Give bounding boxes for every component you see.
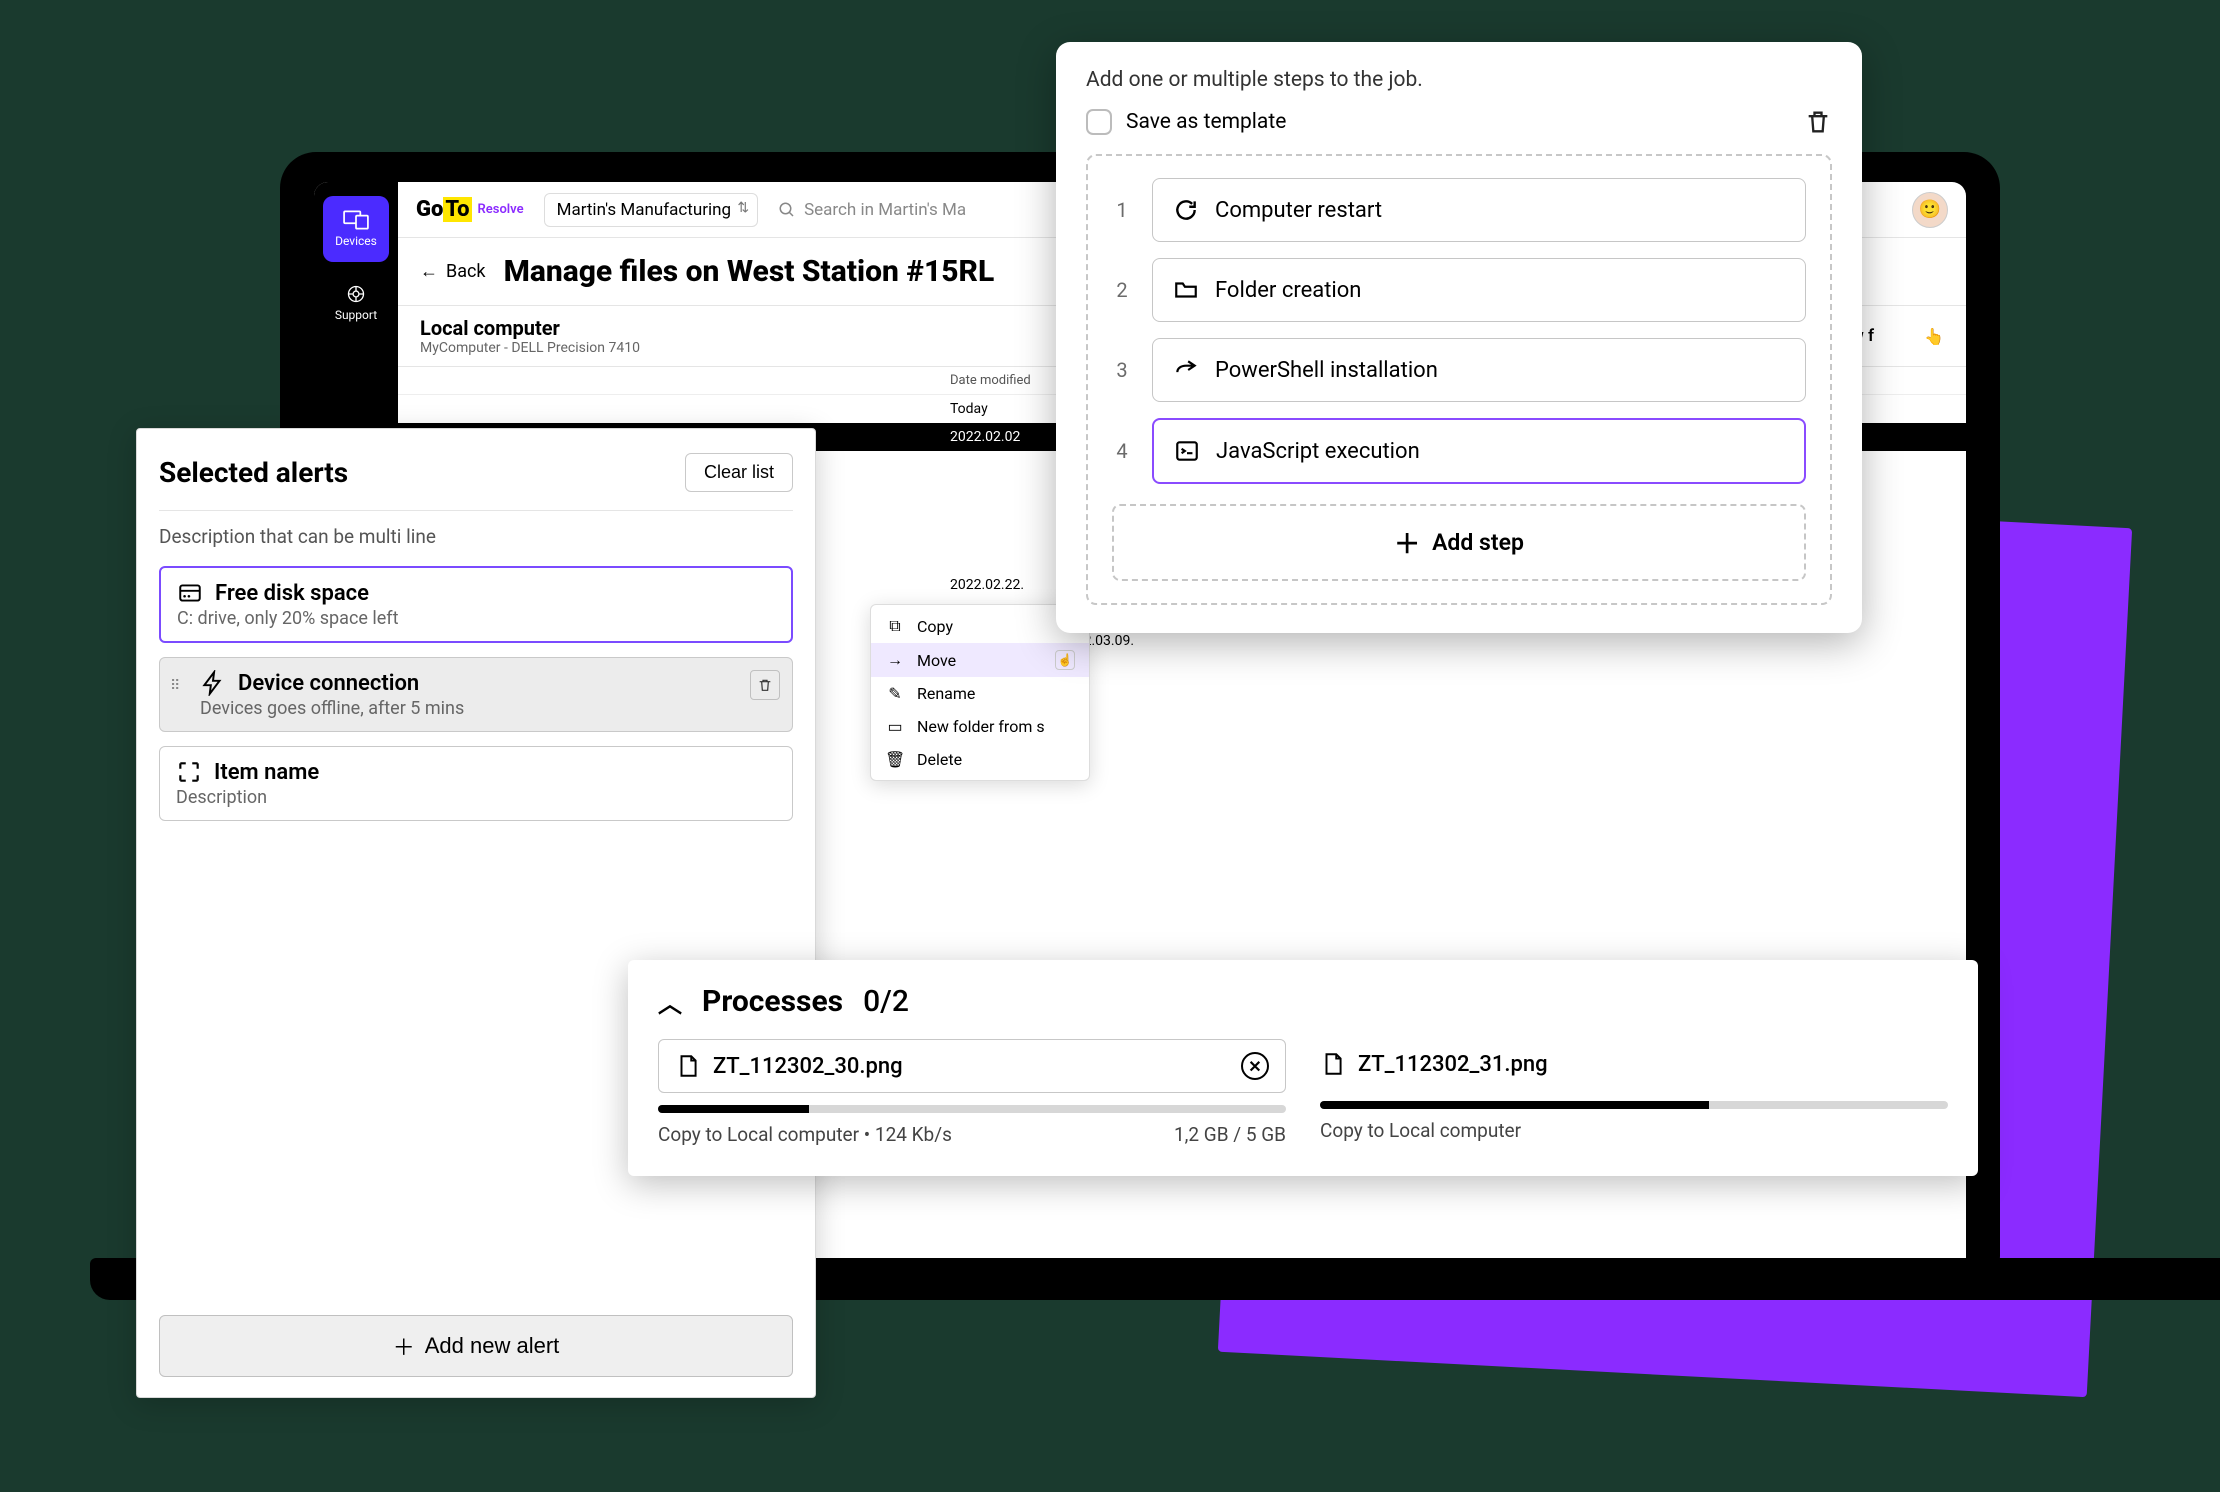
processes-title: Processes <box>702 984 843 1019</box>
terminal-icon <box>1174 438 1200 464</box>
cancel-process-button[interactable]: ✕ <box>1241 1052 1269 1080</box>
alerts-desc: Description that can be multi line <box>159 525 793 548</box>
add-step-button[interactable]: ＋ Add step <box>1112 504 1806 581</box>
ctx-newfolder[interactable]: ▭New folder from s <box>871 710 1089 743</box>
pencil-icon: ✎ <box>885 684 905 703</box>
placeholder-icon <box>176 759 202 785</box>
copy-icon: ⧉ <box>885 616 905 636</box>
process-file: ZT_112302_30.png <box>713 1054 903 1079</box>
logo: GoTo Resolve <box>416 197 524 222</box>
context-menu: ⧉Copy →Move☝ ✎Rename ▭New folder from s … <box>870 604 1090 781</box>
ctx-rename[interactable]: ✎Rename <box>871 677 1089 710</box>
alerts-title: Selected alerts <box>159 456 348 489</box>
back-arrow-icon: ← <box>420 261 438 282</box>
local-computer-sub: MyComputer - DELL Precision 7410 <box>420 340 640 356</box>
process-meta-left: Copy to Local computer <box>1320 1119 1521 1142</box>
devices-icon <box>343 210 369 230</box>
step-number: 2 <box>1112 278 1132 302</box>
trash-icon <box>1804 108 1832 136</box>
local-computer-title: Local computer <box>420 316 640 340</box>
alert-title: Item name <box>214 760 319 785</box>
file-icon <box>675 1053 701 1079</box>
cursor-badge-icon: ☝ <box>1055 650 1075 670</box>
clear-list-button[interactable]: Clear list <box>685 453 793 492</box>
step-label: PowerShell installation <box>1215 358 1438 383</box>
nav-devices-label: Devices <box>335 234 377 248</box>
search-icon <box>778 201 796 219</box>
alert-sub: Description <box>176 787 776 808</box>
alert-card-device[interactable]: ⠿ Device connection Devices goes offline… <box>159 657 793 732</box>
restart-icon <box>1173 197 1199 223</box>
bolt-icon <box>200 670 226 696</box>
tenant-selector[interactable]: Martin's Manufacturing <box>544 193 758 227</box>
process-card: ZT_112302_31.png Copy to Local computer <box>1320 1039 1948 1146</box>
progress-bar <box>658 1105 1286 1113</box>
process-card: ZT_112302_30.png ✕ Copy to Local compute… <box>658 1039 1286 1146</box>
step-number: 1 <box>1112 198 1132 222</box>
back-label: Back <box>446 261 486 282</box>
step-number: 3 <box>1112 358 1132 382</box>
folder-icon: ▭ <box>885 717 905 736</box>
ctx-delete[interactable]: 🗑Delete <box>871 743 1089 776</box>
step-4[interactable]: 4 JavaScript execution <box>1112 418 1806 484</box>
add-step-label: Add step <box>1432 529 1524 556</box>
step-2[interactable]: 2 Folder creation <box>1112 258 1806 322</box>
alert-sub: Devices goes offline, after 5 mins <box>200 698 776 719</box>
step-3[interactable]: 3 PowerShell installation <box>1112 338 1806 402</box>
add-alert-button[interactable]: ＋ Add new alert <box>159 1315 793 1377</box>
step-number: 4 <box>1112 439 1132 463</box>
file-icon <box>1320 1051 1346 1077</box>
alert-card-disk[interactable]: Free disk space C: drive, only 20% space… <box>159 566 793 643</box>
progress-bar <box>1320 1101 1948 1109</box>
support-icon <box>343 284 369 304</box>
cursor-icon: 👆 <box>1924 327 1944 346</box>
drag-handle-icon[interactable]: ⠿ <box>170 678 182 694</box>
plus-icon: ＋ <box>1394 524 1420 561</box>
step-label: Computer restart <box>1215 198 1382 223</box>
delete-job-button[interactable] <box>1804 108 1832 136</box>
ctx-move[interactable]: →Move☝ <box>871 643 1089 677</box>
arrow-right-icon <box>1173 357 1199 383</box>
job-intro: Add one or multiple steps to the job. <box>1086 68 1832 92</box>
trash-icon: 🗑 <box>885 750 905 769</box>
save-template-label: Save as template <box>1126 110 1286 134</box>
alert-card-generic[interactable]: Item name Description <box>159 746 793 821</box>
nav-support[interactable]: Support <box>323 270 389 336</box>
back-button[interactable]: ← Back <box>420 261 486 282</box>
alert-sub: C: drive, only 20% space left <box>177 608 775 629</box>
steps-container: 1 Computer restart 2 Folder creation 3 P… <box>1086 154 1832 605</box>
processes-count: 0/2 <box>863 984 909 1019</box>
add-alert-label: Add new alert <box>425 1333 560 1359</box>
trash-icon <box>757 677 773 693</box>
avatar[interactable]: 🙂 <box>1912 192 1948 228</box>
alerts-panel: Selected alerts Clear list Description t… <box>136 428 816 1398</box>
process-file: ZT_112302_31.png <box>1358 1052 1548 1077</box>
processes-panel: ︿ Processes 0/2 ZT_112302_30.png ✕ Copy … <box>628 960 1978 1176</box>
nav-devices[interactable]: Devices <box>323 196 389 262</box>
nav-support-label: Support <box>335 308 377 322</box>
logo-text: GoTo <box>416 197 472 222</box>
logo-product: Resolve <box>478 202 524 217</box>
save-template-checkbox[interactable] <box>1086 109 1112 135</box>
job-panel: Add one or multiple steps to the job. Sa… <box>1056 42 1862 633</box>
alert-title: Device connection <box>238 671 419 696</box>
process-meta-right: 1,2 GB / 5 GB <box>1174 1123 1286 1146</box>
chevron-up-icon[interactable]: ︿ <box>658 984 682 1019</box>
col-modified: Date modified <box>950 373 1060 388</box>
folder-icon <box>1173 277 1199 303</box>
move-icon: → <box>885 650 905 670</box>
step-label: JavaScript execution <box>1216 439 1420 464</box>
step-1[interactable]: 1 Computer restart <box>1112 178 1806 242</box>
process-meta-left: Copy to Local computer • 124 Kb/s <box>658 1123 952 1146</box>
disk-icon <box>177 580 203 606</box>
search-placeholder: Search in Martin's Ma <box>804 200 966 220</box>
delete-alert-button[interactable] <box>750 670 780 700</box>
step-label: Folder creation <box>1215 278 1361 303</box>
alert-title: Free disk space <box>215 581 369 606</box>
page-title: Manage files on West Station #15RL <box>504 254 995 289</box>
plus-icon: ＋ <box>393 1330 415 1362</box>
